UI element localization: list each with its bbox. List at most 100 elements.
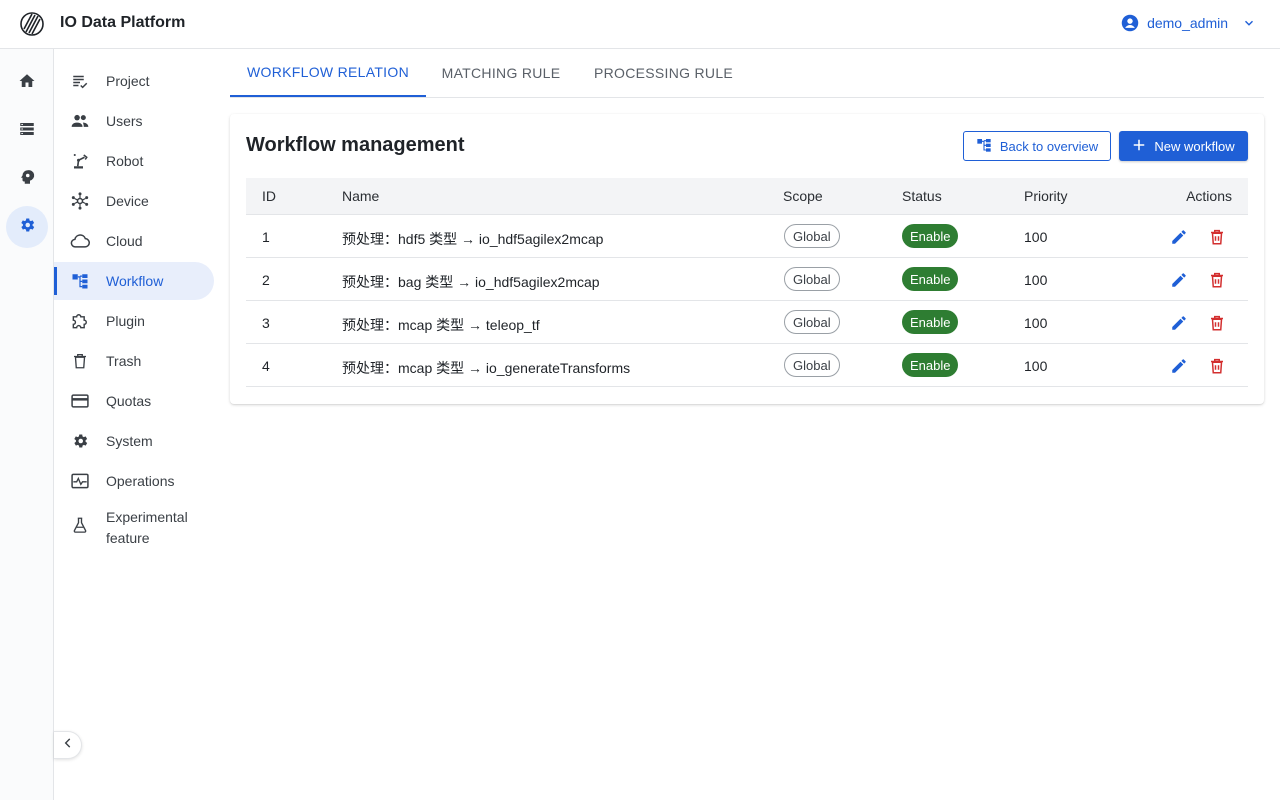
home-icon [18, 72, 36, 95]
chevron-left-icon [61, 736, 75, 755]
nav-item-label: Trash [106, 353, 142, 369]
cell-priority: 100 [1024, 229, 1048, 245]
nav-item-label: Robot [106, 153, 144, 169]
nav-item-robot[interactable]: Robot [54, 142, 214, 180]
nav-item-label: Experimental feature [106, 509, 188, 546]
collapse-nav-button[interactable] [54, 731, 82, 759]
cell-name: 预处理：mcap 类型 → io_generateTransforms [342, 360, 631, 376]
rail-home[interactable] [6, 62, 48, 104]
nav-item-cloud[interactable]: Cloud [54, 222, 214, 260]
edit-icon[interactable] [1169, 356, 1189, 376]
plus-icon [1132, 138, 1146, 155]
nav-item-operations[interactable]: Operations [54, 462, 214, 500]
nav-item-label: Quotas [106, 393, 152, 409]
nav-item-plugin[interactable]: Plugin [54, 302, 214, 340]
app-title: IO Data Platform [60, 14, 186, 31]
scope-chip: Global [784, 267, 840, 291]
status-badge: Enable [902, 267, 959, 291]
header-status[interactable]: Status [902, 188, 942, 204]
table-row[interactable]: 1 预处理：hdf5 类型 → io_hdf5agilex2mcap Globa… [246, 215, 1248, 258]
nav-item-system[interactable]: System [54, 422, 214, 460]
header-actions: Actions [1186, 188, 1232, 204]
page-title: Workflow management [246, 134, 465, 156]
tab-workflow-relation[interactable]: WORKFLOW RELATION [230, 49, 426, 97]
cell-id: 4 [262, 358, 270, 374]
status-badge: Enable [902, 224, 959, 248]
workflow-table: ID Name Scope Status Priority Actions 1 … [246, 178, 1248, 387]
nav-item-device[interactable]: Device [54, 182, 214, 220]
edit-icon[interactable] [1169, 270, 1189, 290]
rail-settings[interactable] [6, 206, 48, 248]
table-row[interactable]: 2 预处理：bag 类型 → io_hdf5agilex2mcap Global… [246, 258, 1248, 301]
cell-priority: 100 [1024, 358, 1048, 374]
workflow-icon [976, 137, 992, 156]
table-header: ID Name Scope Status Priority Actions [246, 178, 1248, 215]
tab-processing-rule[interactable]: PROCESSING RULE [576, 49, 751, 97]
tab-matching-rule[interactable]: MATCHING RULE [426, 49, 576, 97]
delete-icon[interactable] [1207, 227, 1227, 247]
account-circle-icon [1121, 14, 1139, 32]
delete-icon[interactable] [1207, 313, 1227, 333]
nav-item-trash[interactable]: Trash [54, 342, 214, 380]
rail-ai[interactable] [6, 158, 48, 200]
psychology-icon [18, 168, 36, 191]
user-menu[interactable]: demo_admin [1121, 14, 1256, 32]
chevron-down-icon [1242, 16, 1256, 30]
nav-item-label: Cloud [106, 233, 143, 249]
cell-priority: 100 [1024, 272, 1048, 288]
nav-item-users[interactable]: Users [54, 102, 214, 140]
robot-arm-icon [70, 151, 90, 171]
nav-item-quotas[interactable]: Quotas [54, 382, 214, 420]
scope-chip: Global [784, 353, 840, 377]
workflow-card: Workflow management Back to overview New… [230, 114, 1264, 404]
nav-item-label: System [106, 433, 153, 449]
app-logo-icon[interactable] [20, 12, 44, 36]
cell-name: 预处理：hdf5 类型 → io_hdf5agilex2mcap [342, 231, 604, 247]
nav-item-label: Workflow [106, 273, 164, 289]
nav-item-label: Device [106, 193, 149, 209]
new-workflow-label: New workflow [1154, 138, 1235, 154]
hub-icon [70, 191, 90, 211]
nav-item-label: Plugin [106, 313, 145, 329]
edit-icon[interactable] [1169, 227, 1189, 247]
flask-icon [70, 515, 90, 535]
tab-bar: WORKFLOW RELATION MATCHING RULE PROCESSI… [230, 49, 1264, 98]
header-scope[interactable]: Scope [783, 188, 823, 204]
cloud-icon [70, 231, 90, 251]
header-priority[interactable]: Priority [1024, 188, 1068, 204]
delete-icon[interactable] [1207, 356, 1227, 376]
status-badge: Enable [902, 310, 959, 334]
people-icon [70, 111, 90, 131]
cell-name: 预处理：mcap 类型 → teleop_tf [342, 317, 540, 333]
table-row[interactable]: 4 预处理：mcap 类型 → io_generateTransforms Gl… [246, 344, 1248, 387]
nav-item-experimental[interactable]: Experimental feature [54, 502, 214, 554]
header-id[interactable]: ID [262, 188, 276, 204]
nav-item-label: Project [106, 73, 150, 89]
icon-rail [0, 49, 54, 800]
cell-name: 预处理：bag 类型 → io_hdf5agilex2mcap [342, 274, 600, 290]
edit-icon[interactable] [1169, 313, 1189, 333]
back-to-overview-button[interactable]: Back to overview [963, 131, 1111, 161]
puzzle-icon [70, 311, 90, 331]
workflow-icon [70, 271, 90, 291]
new-workflow-button[interactable]: New workflow [1119, 131, 1248, 161]
delete-icon[interactable] [1207, 270, 1227, 290]
nav-item-label: Operations [106, 473, 175, 489]
back-to-overview-label: Back to overview [999, 138, 1099, 154]
card-icon [70, 391, 90, 411]
cell-id: 3 [262, 315, 270, 331]
checklist-icon [70, 71, 90, 91]
nav-item-workflow[interactable]: Workflow [54, 262, 214, 300]
settings-nav: Project Users Robot Device Cloud Workflo… [54, 49, 222, 800]
nav-item-project[interactable]: Project [54, 62, 214, 100]
header-name[interactable]: Name [342, 188, 379, 204]
top-bar: IO Data Platform demo_admin [0, 0, 1280, 49]
status-badge: Enable [902, 353, 959, 377]
cell-priority: 100 [1024, 315, 1048, 331]
trash-icon [70, 351, 90, 371]
cell-id: 2 [262, 272, 270, 288]
nav-item-label: Users [106, 113, 143, 129]
table-row[interactable]: 3 预处理：mcap 类型 → teleop_tf Global Enable … [246, 301, 1248, 344]
rail-data[interactable] [6, 110, 48, 152]
monitor-icon [70, 471, 90, 491]
